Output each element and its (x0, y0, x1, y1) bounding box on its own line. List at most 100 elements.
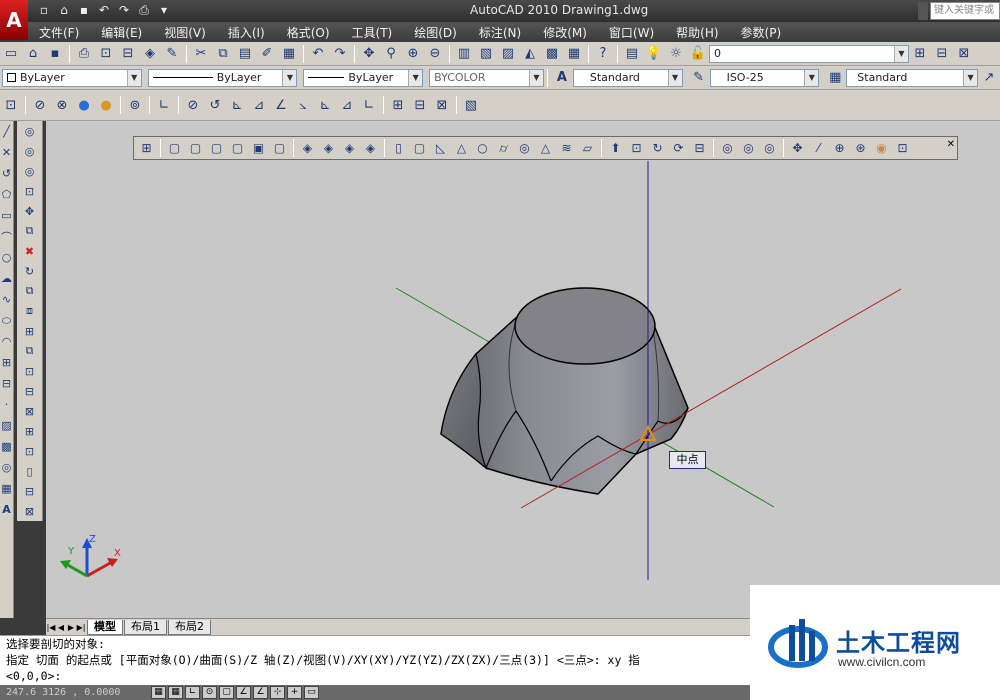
layer-states-icon[interactable]: ⊠ (954, 44, 974, 64)
subtract-icon[interactable]: ◎ (739, 138, 758, 158)
insert-block-icon[interactable]: ⊞ (0, 353, 17, 372)
new-file-icon[interactable]: ▭ (1, 44, 21, 64)
region-icon[interactable]: ◎ (0, 458, 17, 477)
stretch-icon[interactable]: ⧉ (20, 282, 40, 300)
ucs-y-icon[interactable]: ⊿ (337, 95, 357, 115)
paste-icon[interactable]: ▤ (235, 44, 255, 64)
menu-view[interactable]: 视图(V) (153, 24, 217, 41)
zoom-previous-icon[interactable]: ⊖ (425, 44, 445, 64)
chevron-down-icon[interactable]: ▼ (804, 69, 819, 86)
ellipse-icon[interactable]: ⬭ (0, 311, 17, 330)
break-icon[interactable]: ⧉ (20, 342, 40, 360)
3d-hidden-icon[interactable]: ⊗ (52, 95, 72, 115)
text-style-dropdown[interactable]: Standard ▼ (572, 68, 683, 87)
3d-move-icon[interactable]: ✥ (788, 138, 807, 158)
print-icon[interactable]: ⎙ (136, 2, 152, 18)
layer-properties-icon[interactable]: ▤ (622, 44, 642, 64)
ucs-origin-icon[interactable]: ⊿ (249, 95, 269, 115)
sw-iso-icon[interactable]: ◈ (298, 138, 317, 158)
search-input[interactable]: 键入关键字或 (930, 2, 1000, 20)
snap-mode-icon[interactable]: ▦ (151, 686, 166, 699)
make-current-layer-icon[interactable]: ⊞ (910, 44, 930, 64)
separate-icon[interactable]: ⊠ (20, 502, 40, 520)
last-tab-icon[interactable]: ▶| (76, 623, 86, 632)
color-dropdown[interactable]: ByLayer ▼ (2, 68, 142, 87)
wedge-icon[interactable]: ◺ (431, 138, 450, 158)
undo-icon[interactable]: ↶ (308, 44, 328, 64)
grid-display-icon[interactable]: ▦ (168, 686, 183, 699)
layer-previous-icon[interactable]: ⊟ (932, 44, 952, 64)
construction-line-icon[interactable]: ✕ (0, 143, 17, 162)
tab-layout1[interactable]: 布局1 (124, 619, 167, 635)
layer-on-icon[interactable]: 💡 (644, 44, 664, 64)
copy-icon[interactable]: ⧉ (213, 44, 233, 64)
lineweight-icon[interactable]: ▭ (304, 686, 319, 699)
top-view-icon[interactable]: ▢ (165, 138, 184, 158)
world-ucs-icon[interactable]: ⊾ (227, 95, 247, 115)
ucs-z-axis-icon[interactable]: ∠ (271, 95, 291, 115)
zoom-realtime-icon[interactable]: ⚲ (381, 44, 401, 64)
table-style-icon[interactable]: ▦ (825, 68, 845, 88)
text-style-icon[interactable]: A (552, 68, 572, 88)
cut-icon[interactable]: ✂ (191, 44, 211, 64)
copy-object-icon[interactable]: ◎ (20, 142, 40, 160)
3d-wireframe-icon[interactable]: ⊘ (30, 95, 50, 115)
chevron-down-icon[interactable]: ▼ (667, 69, 682, 86)
linetype-dropdown[interactable]: ByLayer ▼ (147, 68, 298, 87)
arc-icon[interactable]: ⌒ (0, 227, 17, 246)
tab-layout2[interactable]: 布局2 (168, 619, 211, 635)
presspull-icon[interactable]: ⊡ (627, 138, 646, 158)
layer-dropdown[interactable]: 0 ▼ (709, 44, 909, 63)
left-view-icon[interactable]: ▢ (207, 138, 226, 158)
visual-styles-manager-icon[interactable]: ⊚ (125, 95, 145, 115)
se-iso-icon[interactable]: ◈ (319, 138, 338, 158)
back-view-icon[interactable]: ▢ (270, 138, 289, 158)
help-icon[interactable]: ? (593, 44, 613, 64)
loft-icon[interactable]: ⊟ (690, 138, 709, 158)
block-editor-icon[interactable]: ▦ (279, 44, 299, 64)
new-icon[interactable]: ▫ (36, 2, 52, 18)
chevron-down-icon[interactable]: ▼ (408, 69, 423, 86)
tab-model[interactable]: 模型 (87, 619, 123, 635)
save-icon[interactable]: ▪ (76, 2, 92, 18)
extrude-icon[interactable]: ⬆ (606, 138, 625, 158)
pan-icon[interactable]: ✥ (359, 44, 379, 64)
zoom-window-icon[interactable]: ⊕ (403, 44, 423, 64)
ellipse-arc-icon[interactable]: ◠ (0, 332, 17, 351)
tool-palettes-icon[interactable]: ▨ (498, 44, 518, 64)
box-icon[interactable]: ▢ (410, 138, 429, 158)
cylinder-icon[interactable]: ⌭ (494, 138, 513, 158)
circle-icon[interactable]: ○ (0, 248, 17, 267)
redo-icon[interactable]: ↷ (330, 44, 350, 64)
menu-window[interactable]: 窗口(W) (598, 24, 665, 41)
planar-surface-icon[interactable]: ▱ (578, 138, 597, 158)
ucs-3point-icon[interactable]: ⦣ (293, 95, 313, 115)
fillet-icon[interactable]: ⊠ (20, 402, 40, 420)
move-icon[interactable]: ⧉ (20, 222, 40, 240)
menu-tools[interactable]: 工具(T) (341, 24, 404, 41)
3d-rotate-icon[interactable]: ⊕ (830, 138, 849, 158)
dim-style-dropdown[interactable]: ISO-25 ▼ (709, 68, 820, 87)
chevron-down-icon[interactable]: ▼ (282, 69, 297, 86)
match-properties-icon[interactable]: ✐ (257, 44, 277, 64)
plot-preview-icon[interactable]: ⊡ (96, 44, 116, 64)
search-dropdown-icon[interactable] (918, 2, 928, 20)
section-plane-icon[interactable]: ▯ (20, 462, 40, 480)
union-icon[interactable]: ◎ (718, 138, 737, 158)
sweep-icon[interactable]: ↻ (648, 138, 667, 158)
torus-icon[interactable]: ◎ (515, 138, 534, 158)
right-view-icon[interactable]: ▢ (228, 138, 247, 158)
drawing-viewport[interactable]: Z X Y (46, 121, 1000, 618)
nw-iso-icon[interactable]: ◈ (361, 138, 380, 158)
toolbar-grip-icon[interactable]: ⊞ (137, 138, 156, 158)
redo-icon[interactable]: ↷ (116, 2, 132, 18)
dropdown-arrow-icon[interactable]: ▾ (156, 2, 172, 18)
menu-draw[interactable]: 绘图(D) (403, 24, 468, 41)
scale-icon[interactable]: ↻ (20, 262, 40, 280)
3d-dwf-icon[interactable]: ◈ (140, 44, 160, 64)
explode-icon[interactable]: ⊞ (20, 422, 40, 440)
slice-icon[interactable]: ⁄ (809, 138, 828, 158)
ucs-z-icon[interactable]: ∟ (359, 95, 379, 115)
3d-align-icon[interactable]: ⊛ (851, 138, 870, 158)
spline-icon[interactable]: ∿ (0, 290, 17, 309)
